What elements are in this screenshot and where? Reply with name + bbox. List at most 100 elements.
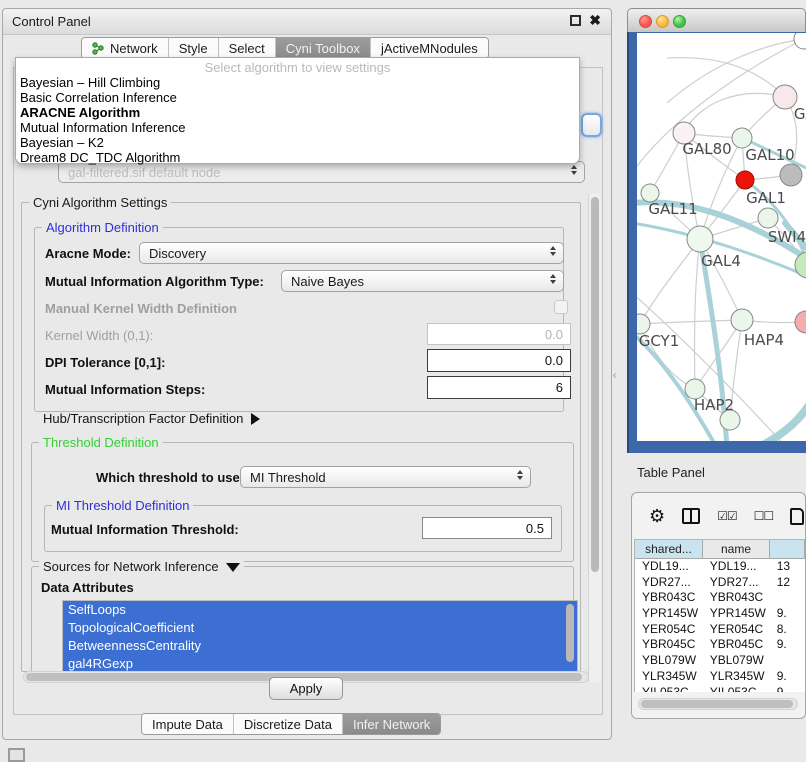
column-header-shared[interactable]: shared... [635,540,703,559]
combo-stepper-icon [517,470,523,480]
close-icon[interactable]: ✖ [589,15,601,26]
which-threshold-label: Which threshold to use: [96,470,244,485]
table-cell: YDL19... [635,559,703,575]
popup-algorithm-item[interactable]: Mutual Information Inference [20,120,575,135]
manual-kernel-width-checkbox[interactable] [554,300,568,314]
combo-stepper-icon [550,274,556,284]
splitpane-divider-handle[interactable]: ‹ [613,370,619,380]
network-node-gal10[interactable] [732,128,752,148]
popup-algorithm-item[interactable]: ARACNE Algorithm [20,105,575,120]
list-vertical-scrollbar[interactable] [564,603,577,671]
network-node-swi4[interactable] [758,208,778,228]
network-node[interactable] [794,33,806,49]
table-panel-toolbar: ⚙ ☑☑ ☐☐ [632,493,805,539]
popup-algorithm-item[interactable]: Basic Correlation Inference [20,90,575,105]
data-attribute-item[interactable]: SelfLoops [63,601,577,619]
birdseye-toggle[interactable] [8,748,25,762]
network-node[interactable] [795,252,806,278]
sources-title[interactable]: Sources for Network Inference [39,559,244,574]
tab-jactivemnodules[interactable]: jActiveMNodules [371,38,488,58]
popup-algorithm-item[interactable]: Bayesian – Hill Climbing [20,75,575,90]
table-row[interactable]: YBL079WYBL079W [635,653,805,669]
network-node[interactable] [780,164,802,186]
network-canvas[interactable]: GALGAL80GAL10GAL1GAL11SWI4GAL4GCY1HAP4YH… [637,33,806,441]
table-cell: 9 [770,685,805,693]
network-node-label: GAL11 [648,200,697,218]
network-node-label: GAL4 [701,252,741,270]
table-row[interactable]: YIL053CYIL053C9 [635,685,805,693]
popup-algorithm-item[interactable]: Bayesian – K2 [20,135,575,150]
combo-stepper-icon [571,165,577,175]
data-attribute-item[interactable]: BetweennessCentrality [63,637,577,655]
network-node-hap4[interactable] [731,309,753,331]
network-window-titlebar[interactable] [627,8,806,32]
table-cell: 9. [770,606,805,622]
aracne-mode-combobox[interactable]: Discovery [139,242,564,264]
mi-threshold-label: Mutual Information Threshold: [51,522,239,537]
deselect-all-checks-icon[interactable]: ☐☐ [754,509,774,523]
table-row[interactable]: YDL19...YDL19...13 [635,559,805,575]
hub-factor-section-toggle[interactable]: Hub/Transcription Factor Definition [43,411,260,426]
select-all-checks-icon[interactable]: ☑☑ [717,509,737,523]
node-attribute-table[interactable]: shared... name YDL19...YDL19...13YDR27..… [634,539,805,692]
tab-select[interactable]: Select [219,38,276,58]
settings-vertical-scrollbar[interactable] [588,194,601,682]
close-traffic-icon[interactable] [639,15,652,28]
collapse-down-icon[interactable] [226,563,240,572]
aracne-mode-label: Aracne Mode: [45,246,131,261]
table-row[interactable]: YBR043CYBR043C [635,590,805,606]
network-node-y[interactable] [795,311,806,333]
table-row[interactable]: YLR345WYLR345W9. [635,669,805,685]
table-row[interactable]: YDR27...YDR27...12 [635,575,805,591]
which-threshold-combobox[interactable]: MI Threshold [240,466,531,488]
tab-cyni-toolbox[interactable]: Cyni Toolbox [276,38,371,58]
network-node-label: HAP2 [694,396,734,414]
zoom-traffic-icon[interactable] [673,15,686,28]
kernel-width-input[interactable]: 0.0 [427,323,571,345]
table-cell: YLR345W [635,669,703,685]
table-cell: YER054C [635,622,703,638]
tab-infer-network[interactable]: Infer Network [343,714,440,734]
apply-button[interactable]: Apply [269,677,343,700]
minimize-traffic-icon[interactable] [656,15,669,28]
table-header-row: shared... name [635,540,805,559]
mi-threshold-input[interactable]: 0.5 [422,517,552,539]
network-node-gal4[interactable] [687,226,713,252]
table-cell: YIL053C [635,685,703,693]
table-row[interactable]: YER054CYER054C8. [635,622,805,638]
document-icon[interactable] [790,508,804,525]
table-cell: YBR045C [703,637,770,653]
mi-steps-input[interactable]: 6 [427,376,571,399]
float-window-icon[interactable] [570,15,581,26]
network-node-gal1[interactable] [736,171,754,189]
table-cell: YBL079W [703,653,770,669]
algorithm-combobox-focused-edge[interactable] [581,113,602,137]
tab-network[interactable]: Network [82,38,169,58]
table-horizontal-scrollbar[interactable] [638,698,798,710]
cyni-algorithm-settings-title: Cyni Algorithm Settings [29,195,171,210]
expand-right-icon[interactable] [251,413,260,425]
mi-algorithm-type-combobox[interactable]: Naive Bayes [281,270,564,292]
threshold-definition-group: Threshold Definition Which threshold to … [31,442,574,562]
tab-style[interactable]: Style [169,38,219,58]
network-node-label: HAP4 [744,331,784,349]
table-row[interactable]: YPR145WYPR145W9. [635,606,805,622]
data-attributes-label: Data Attributes [41,580,134,595]
data-attribute-item[interactable]: gal4RGexp [63,655,577,672]
columns-icon[interactable] [682,508,700,524]
tab-discretize-data[interactable]: Discretize Data [234,714,343,734]
data-attributes-list[interactable]: SelfLoopsTopologicalCoefficientBetweenne… [62,600,578,672]
network-node-gcy1[interactable] [637,314,650,334]
gear-icon[interactable]: ⚙ [649,506,665,527]
popup-placeholder: Select algorithm to view settings [16,60,579,75]
popup-algorithm-item[interactable]: Dream8 DC_TDC Algorithm [20,150,575,165]
tab-impute-data[interactable]: Impute Data [142,714,234,734]
dpi-tolerance-input[interactable]: 0.0 [427,349,571,372]
column-header-cut[interactable] [770,540,805,559]
algorithm-definition-group: Algorithm Definition Aracne Mode: Discov… [34,227,564,412]
data-attribute-item[interactable]: TopologicalCoefficient [63,619,577,637]
column-header-name[interactable]: name [703,540,770,559]
algorithm-selection-popup: Select algorithm to view settings Bayesi… [15,57,580,164]
table-row[interactable]: YBR045CYBR045C9. [635,637,805,653]
network-node-label: GAL [794,105,806,123]
